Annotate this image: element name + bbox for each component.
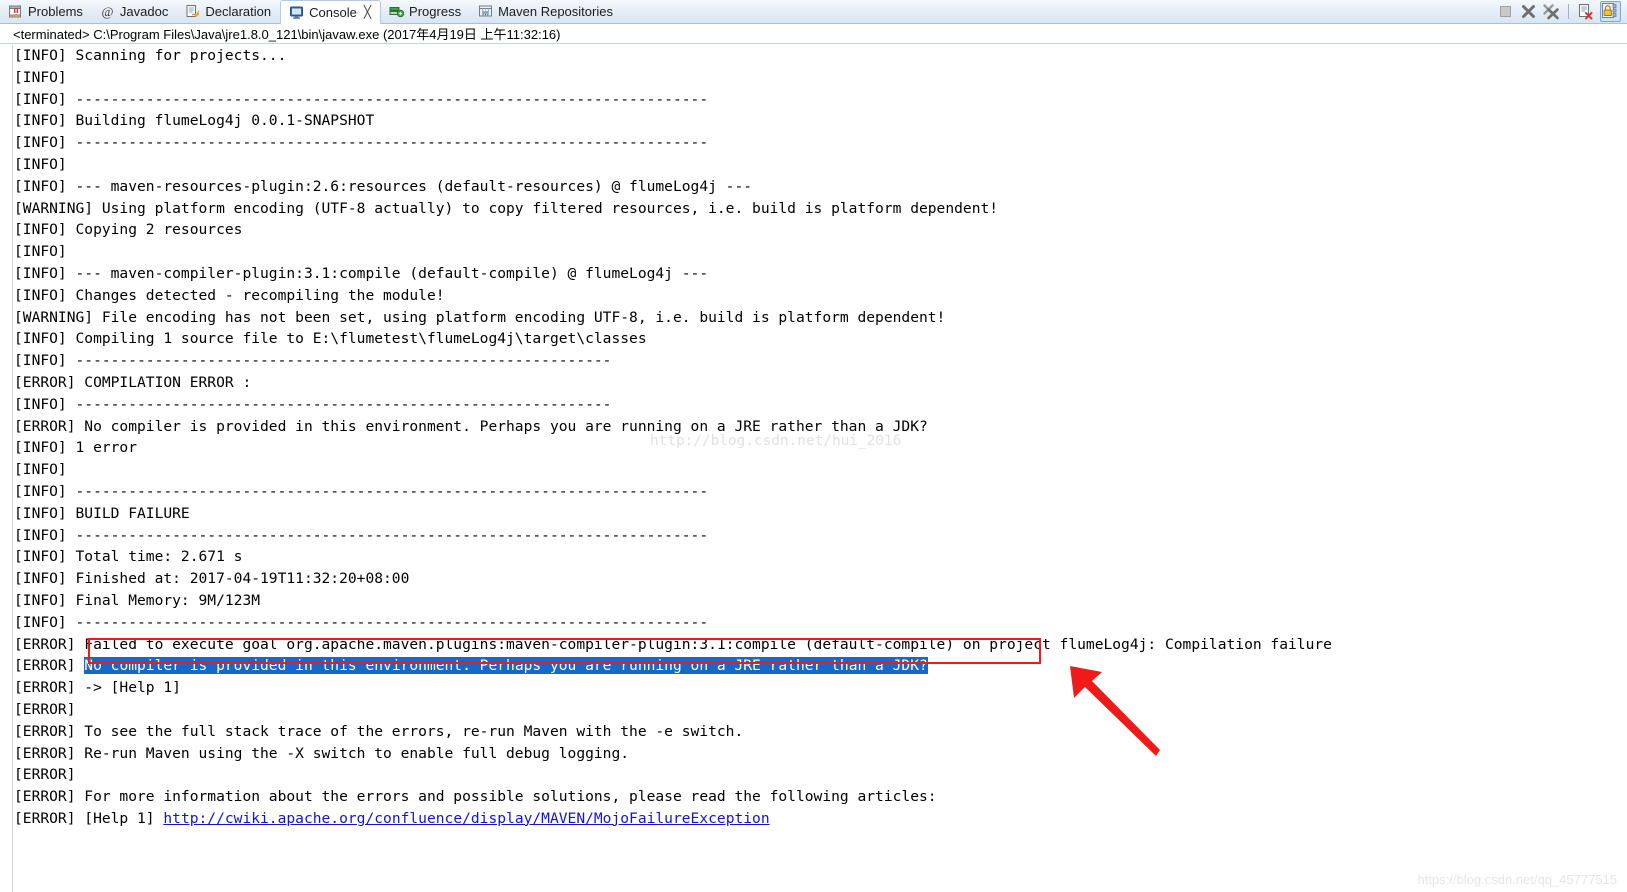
console-line[interactable]: [ERROR] To see the full stack trace of t… xyxy=(14,721,1627,743)
console-line[interactable]: [WARNING] Using platform encoding (UTF-8… xyxy=(14,198,1627,220)
watermark-center: http://blog.csdn.net/hui_2016 xyxy=(650,433,902,449)
toolbar-separator xyxy=(1568,4,1569,19)
console-line[interactable]: [INFO] ---------------------------------… xyxy=(14,612,1627,634)
tab-console[interactable]: Console ╳ xyxy=(280,0,382,24)
svg-text:M: M xyxy=(483,12,488,18)
console-left-gutter xyxy=(0,45,13,892)
console-line[interactable]: [INFO] Building flumeLog4j 0.0.1-SNAPSHO… xyxy=(14,110,1627,132)
tab-progress[interactable]: Progress xyxy=(381,0,470,23)
tab-label: Progress xyxy=(409,4,462,19)
console-line[interactable]: [INFO] ---------------------------------… xyxy=(14,481,1627,503)
console-line[interactable]: [INFO] ---------------------------------… xyxy=(14,525,1627,547)
console-line-prefix: [ERROR] xyxy=(14,657,85,675)
console-line[interactable]: [ERROR] [Help 1] http://cwiki.apache.org… xyxy=(14,808,1627,830)
tab-bar-spacer xyxy=(622,0,1497,23)
clear-console-icon[interactable] xyxy=(1577,3,1594,20)
header-gutter xyxy=(0,24,13,43)
console-line[interactable]: [INFO] BUILD FAILURE xyxy=(14,503,1627,525)
console-line[interactable]: [INFO] xyxy=(14,154,1627,176)
help-link[interactable]: http://cwiki.apache.org/confluence/displ… xyxy=(163,810,769,827)
console-line[interactable]: [ERROR] No compiler is provided in this … xyxy=(14,655,1627,677)
remove-all-xx-icon[interactable] xyxy=(1543,3,1560,20)
console-line[interactable]: [ERROR] COMPILATION ERROR : xyxy=(14,372,1627,394)
console-line[interactable]: [INFO] Final Memory: 9M/123M xyxy=(14,590,1627,612)
console-line[interactable]: [ERROR] xyxy=(14,764,1627,786)
view-tab-bar: Problems @ Javadoc Declaration Console ╳… xyxy=(0,0,1627,24)
scroll-lock-icon[interactable] xyxy=(1600,1,1621,22)
console-line[interactable]: [WARNING] File encoding has not been set… xyxy=(14,307,1627,329)
tab-label: Declaration xyxy=(205,4,272,19)
console-toolbar xyxy=(1497,0,1627,23)
console-line[interactable]: [INFO] Finished at: 2017-04-19T11:32:20+… xyxy=(14,568,1627,590)
console-line[interactable]: [ERROR] Re-run Maven using the -X switch… xyxy=(14,743,1627,765)
console-line[interactable]: [INFO] --- maven-compiler-plugin:3.1:com… xyxy=(14,263,1627,285)
console-line[interactable]: [INFO] xyxy=(14,459,1627,481)
tab-label: Javadoc xyxy=(119,4,169,19)
problems-icon xyxy=(8,4,23,19)
console-icon xyxy=(289,5,304,20)
console-line[interactable]: [INFO] ---------------------------------… xyxy=(14,350,1627,372)
maven-repositories-icon: M xyxy=(478,4,493,19)
console-line[interactable]: [INFO] xyxy=(14,67,1627,89)
console-line[interactable]: [INFO] Compiling 1 source file to E:\flu… xyxy=(14,328,1627,350)
console-line[interactable]: [ERROR] -> [Help 1] xyxy=(14,677,1627,699)
svg-text:@: @ xyxy=(101,4,113,19)
close-icon[interactable]: ╳ xyxy=(364,6,371,18)
console-line[interactable]: [INFO] xyxy=(14,241,1627,263)
console-line[interactable]: [ERROR] xyxy=(14,699,1627,721)
console-line[interactable]: [INFO] Copying 2 resources xyxy=(14,219,1627,241)
stop-square-icon[interactable] xyxy=(1497,3,1514,20)
console-line[interactable]: [INFO] Changes detected - recompiling th… xyxy=(14,285,1627,307)
tab-label: Maven Repositories xyxy=(498,4,613,19)
tab-declaration[interactable]: Declaration xyxy=(177,0,280,23)
console-line[interactable]: [ERROR] Failed to execute goal org.apach… xyxy=(14,634,1627,656)
tab-label: Problems xyxy=(28,4,83,19)
console-line[interactable]: [ERROR] For more information about the e… xyxy=(14,786,1627,808)
tab-problems[interactable]: Problems xyxy=(0,0,92,23)
javadoc-at-icon: @ xyxy=(100,4,115,19)
progress-icon xyxy=(389,4,405,19)
console-line[interactable]: [INFO] ---------------------------------… xyxy=(14,394,1627,416)
console-line[interactable]: [INFO] Total time: 2.671 s xyxy=(14,546,1627,568)
remove-x-icon[interactable] xyxy=(1520,3,1537,20)
console-line-prefix: [ERROR] [Help 1] xyxy=(14,809,164,827)
console-line[interactable]: [INFO] ---------------------------------… xyxy=(14,132,1627,154)
process-header-line: <terminated> C:\Program Files\Java\jre1.… xyxy=(0,24,1627,44)
console-line[interactable]: [INFO] --- maven-resources-plugin:2.6:re… xyxy=(14,176,1627,198)
tab-label: Console xyxy=(309,4,357,20)
process-header-text: <terminated> C:\Program Files\Java\jre1.… xyxy=(13,27,561,42)
watermark-bottom-right: https://blog.csdn.net/qq_45777515 xyxy=(1417,872,1618,887)
console-line[interactable]: [INFO] Scanning for projects... xyxy=(14,45,1627,67)
console-line[interactable]: [INFO] ---------------------------------… xyxy=(14,89,1627,111)
declaration-icon xyxy=(185,4,200,19)
console-output-panel[interactable]: [INFO] Scanning for projects... [INFO] [I… xyxy=(0,45,1627,892)
selected-error-text[interactable]: No compiler is provided in this environm… xyxy=(84,657,928,675)
tab-javadoc[interactable]: @ Javadoc xyxy=(92,0,177,23)
tab-maven-repositories[interactable]: M Maven Repositories xyxy=(470,0,622,23)
